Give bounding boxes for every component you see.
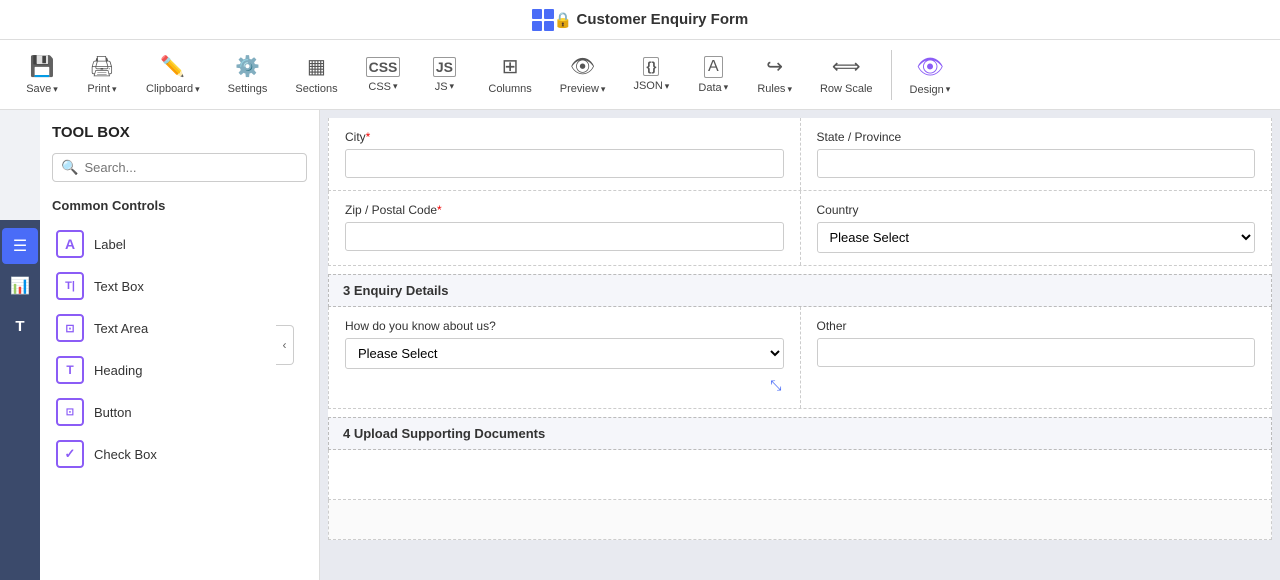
checkbox-tool-text: Check Box — [94, 447, 157, 462]
nav-chart-icon[interactable]: 📊 — [2, 268, 38, 304]
css-icon: CSS — [366, 57, 401, 77]
form-row-enquiry: How do you know about us? Please Select … — [328, 307, 1272, 409]
upload-section — [328, 450, 1272, 500]
toolbar-rowscale[interactable]: ⟺ Row Scale — [806, 48, 887, 101]
sections-icon: ▦ — [307, 54, 326, 79]
country-select[interactable]: Please Select United States Canada Unite… — [817, 222, 1256, 253]
data-icon: A — [704, 56, 723, 78]
other-label: Other — [817, 319, 1256, 333]
section-break-4 — [328, 409, 1272, 417]
content-area: City* State / Province Zip / Postal Code… — [320, 110, 1280, 580]
form-col-howknow: How do you know about us? Please Select … — [329, 307, 801, 408]
toolbar-print[interactable]: 🖨 Print ▾ — [72, 48, 132, 101]
toolbar-columns[interactable]: ⊞ Columns — [474, 48, 545, 101]
rowscale-icon: ⟺ — [832, 54, 861, 79]
tool-checkbox[interactable]: ✓ Check Box — [52, 433, 307, 475]
nav-t-icon[interactable]: T — [2, 308, 38, 344]
toolbox-title: TOOL BOX — [52, 124, 307, 141]
tool-label[interactable]: A Label — [52, 223, 307, 265]
nav-form-icon[interactable]: ☰ — [2, 228, 38, 264]
form-col-state: State / Province — [801, 118, 1272, 190]
section-break-3 — [328, 266, 1272, 274]
toolbar-css[interactable]: CSS CSS ▾ — [352, 51, 415, 99]
sidebar-nav: ☰ 📊 T — [0, 220, 40, 580]
section4-header: 4 Upload Supporting Documents — [328, 417, 1272, 450]
textarea-tool-text: Text Area — [94, 321, 148, 336]
label-tool-text: Label — [94, 237, 126, 252]
lock-icon: 🔒 — [554, 11, 573, 29]
page-title: Customer Enquiry Form — [577, 11, 749, 28]
heading-tool-icon: T — [56, 356, 84, 384]
tool-heading[interactable]: T Heading — [52, 349, 307, 391]
heading-tool-text: Heading — [94, 363, 142, 378]
zip-input[interactable] — [345, 222, 784, 251]
json-icon: {} — [643, 57, 659, 76]
form-canvas: City* State / Province Zip / Postal Code… — [328, 118, 1272, 540]
toolbar: 💾 Save ▾ 🖨 Print ▾ ✏️ Clipboard ▾ ⚙️ Set… — [0, 40, 1280, 110]
bottom-section — [328, 500, 1272, 540]
state-input[interactable] — [817, 149, 1256, 178]
search-input[interactable] — [84, 160, 298, 175]
checkbox-tool-icon: ✓ — [56, 440, 84, 468]
print-icon: 🖨 — [89, 54, 114, 79]
toolbar-save[interactable]: 💾 Save ▾ — [12, 48, 72, 101]
collapse-sidebar-button[interactable]: ‹ — [276, 325, 294, 365]
form-col-other: Other — [801, 307, 1272, 408]
form-row-city-state: City* State / Province — [328, 118, 1272, 191]
toolbar-clipboard[interactable]: ✏️ Clipboard ▾ — [132, 48, 214, 101]
toolbar-preview[interactable]: 👁 Preview ▾ — [546, 48, 620, 101]
search-box: 🔍 — [52, 153, 307, 182]
button-tool-icon: ⊡ — [56, 398, 84, 426]
columns-icon: ⊞ — [502, 54, 519, 79]
state-label: State / Province — [817, 130, 1256, 144]
controls-section-title: Common Controls — [52, 198, 307, 213]
label-tool-icon: A — [56, 230, 84, 258]
search-icon: 🔍 — [61, 159, 78, 176]
textbox-tool-icon: T| — [56, 272, 84, 300]
main-layout: ☰ 📊 T TOOL BOX 🔍 Common Controls A Label… — [0, 110, 1280, 580]
rules-icon: ↪ — [766, 54, 783, 79]
title-bar: 🔒 Customer Enquiry Form — [0, 0, 1280, 40]
preview-icon: 👁 — [570, 54, 595, 79]
howknow-select[interactable]: Please Select Internet Search Social Med… — [345, 338, 784, 369]
resize-handle[interactable]: ⤡ — [345, 375, 784, 396]
app-logo — [532, 9, 554, 31]
toolbar-design[interactable]: 👁 Design ▾ — [896, 48, 965, 102]
textarea-tool-icon: ⊡ — [56, 314, 84, 342]
toolbar-data[interactable]: A Data ▾ — [683, 50, 743, 100]
city-input[interactable] — [345, 149, 784, 178]
form-col-zip: Zip / Postal Code* — [329, 191, 801, 265]
form-row-zip-country: Zip / Postal Code* Country Please Select… — [328, 191, 1272, 266]
zip-label: Zip / Postal Code* — [345, 203, 784, 217]
howknow-label: How do you know about us? — [345, 319, 784, 333]
toolbar-rules[interactable]: ↪ Rules ▾ — [743, 48, 806, 101]
toolbar-divider — [891, 50, 892, 100]
design-icon: 👁 — [916, 54, 944, 80]
form-col-country: Country Please Select United States Cana… — [801, 191, 1272, 265]
js-icon: JS — [433, 57, 456, 77]
form-col-city: City* — [329, 118, 801, 190]
toolbar-json[interactable]: {} JSON ▾ — [619, 51, 683, 98]
save-icon: 💾 — [30, 54, 55, 79]
toolbar-settings[interactable]: ⚙️ Settings — [214, 48, 282, 101]
button-tool-text: Button — [94, 405, 132, 420]
textbox-tool-text: Text Box — [94, 279, 144, 294]
country-label: Country — [817, 203, 1256, 217]
tool-button[interactable]: ⊡ Button — [52, 391, 307, 433]
settings-icon: ⚙️ — [235, 54, 260, 79]
city-label: City* — [345, 130, 784, 144]
tool-textbox[interactable]: T| Text Box — [52, 265, 307, 307]
clipboard-icon: ✏️ — [160, 54, 185, 79]
section3-header: 3 Enquiry Details — [328, 274, 1272, 307]
toolbar-sections[interactable]: ▦ Sections — [281, 48, 351, 101]
toolbar-js[interactable]: JS JS ▾ — [414, 51, 474, 99]
other-input[interactable] — [817, 338, 1256, 367]
tool-textarea[interactable]: ⊡ Text Area — [52, 307, 307, 349]
